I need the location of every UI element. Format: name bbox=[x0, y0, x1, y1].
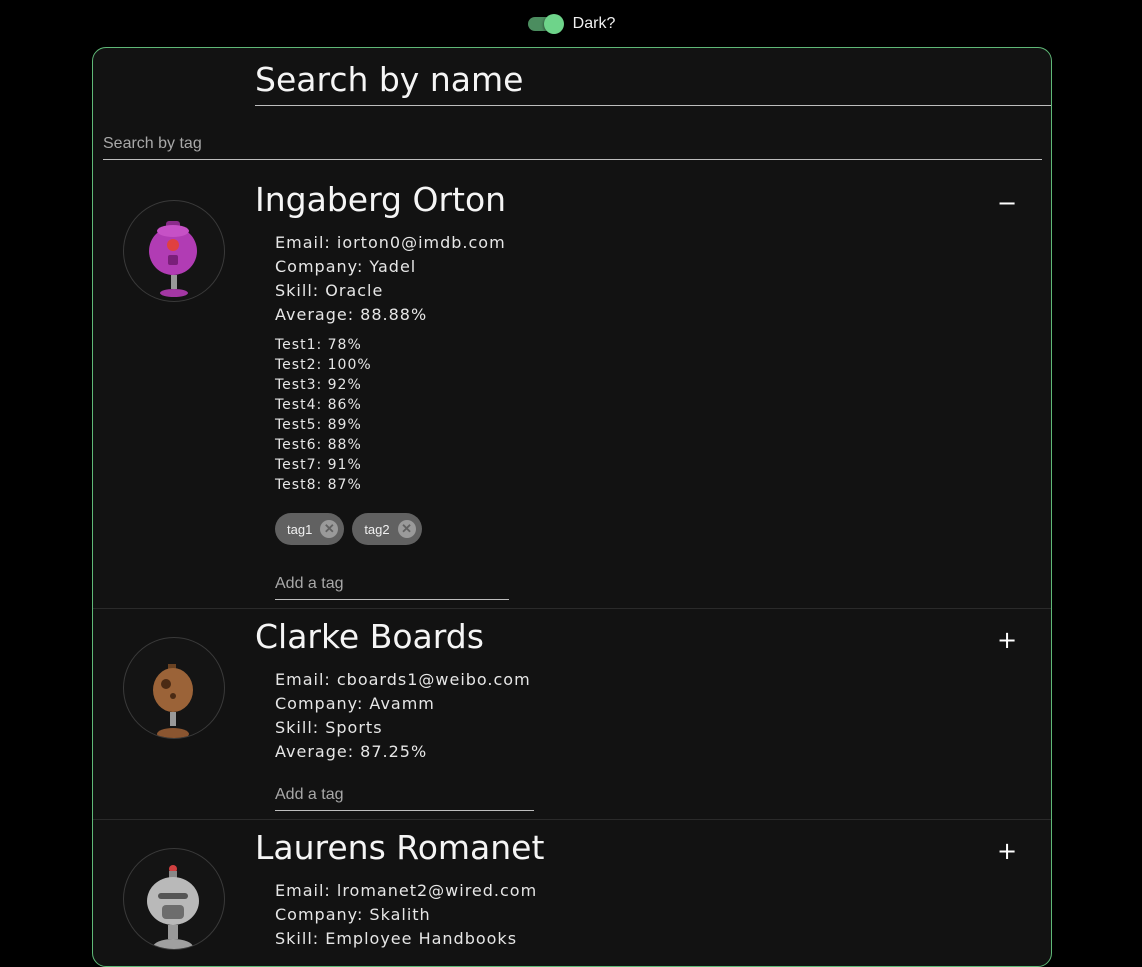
test-score: Test8: 87% bbox=[275, 477, 362, 493]
student-company: Company: Avamm bbox=[275, 694, 435, 713]
search-by-tag-placeholder: Search by tag bbox=[103, 135, 202, 152]
student-card: Ingaberg Orton − Email: iorton0@imdb.com… bbox=[93, 160, 1051, 609]
remove-tag-icon[interactable]: ✕ bbox=[397, 520, 416, 538]
student-info: Email: cboards1@weibo.com Company: Avamm… bbox=[275, 668, 531, 764]
student-email: Email: cboards1@weibo.com bbox=[275, 670, 531, 689]
test-score: Test3: 92% bbox=[275, 377, 362, 393]
student-email: Email: iorton0@imdb.com bbox=[275, 233, 506, 252]
add-tag-input[interactable]: Add a tag bbox=[275, 570, 509, 600]
student-card: Clarke Boards + Email: cboards1@weibo.co… bbox=[93, 609, 1051, 820]
test-score: Test4: 86% bbox=[275, 397, 362, 413]
add-tag-input[interactable]: Add a tag bbox=[275, 781, 534, 811]
student-average: Average: 87.25% bbox=[275, 742, 428, 761]
search-by-tag-input[interactable]: Search by tag bbox=[103, 126, 1042, 160]
dark-mode-label: Dark? bbox=[572, 15, 616, 32]
switch-knob bbox=[543, 14, 564, 34]
theme-toggle-bar: Dark? bbox=[0, 0, 1142, 48]
student-skill: Skill: Employee Handbooks bbox=[275, 929, 518, 948]
tag-chip[interactable]: tag2 ✕ bbox=[352, 513, 422, 545]
test-score: Test6: 88% bbox=[275, 437, 362, 453]
student-company: Company: Skalith bbox=[275, 905, 431, 924]
student-info: Email: lromanet2@wired.com Company: Skal… bbox=[275, 879, 537, 951]
student-skill: Skill: Sports bbox=[275, 718, 383, 737]
add-tag-placeholder: Add a tag bbox=[275, 575, 344, 592]
search-by-name-placeholder: Search by name bbox=[255, 60, 524, 99]
student-skill: Skill: Oracle bbox=[275, 281, 384, 300]
test-score: Test2: 100% bbox=[275, 357, 372, 373]
collapse-button[interactable]: − bbox=[993, 189, 1021, 217]
student-average: Average: 88.88% bbox=[275, 305, 428, 324]
robot-gray-icon bbox=[123, 848, 225, 950]
expand-button[interactable]: + bbox=[993, 837, 1021, 865]
test-score: Test1: 78% bbox=[275, 337, 362, 353]
dark-mode-switch[interactable] bbox=[527, 14, 565, 34]
robot-purple-icon bbox=[123, 200, 225, 302]
expand-button[interactable]: + bbox=[993, 626, 1021, 654]
robot-brown-icon bbox=[123, 637, 225, 739]
test-scores: Test1: 78% Test2: 100% Test3: 92% Test4:… bbox=[275, 335, 372, 495]
student-name: Laurens Romanet bbox=[255, 828, 545, 867]
student-company: Company: Yadel bbox=[275, 257, 417, 276]
student-email: Email: lromanet2@wired.com bbox=[275, 881, 538, 900]
student-name: Ingaberg Orton bbox=[255, 180, 507, 219]
test-score: Test5: 89% bbox=[275, 417, 362, 433]
remove-tag-icon[interactable]: ✕ bbox=[320, 520, 339, 538]
student-name: Clarke Boards bbox=[255, 617, 484, 656]
search-by-name-input[interactable]: Search by name bbox=[255, 60, 1051, 106]
tag-label: tag1 bbox=[287, 521, 313, 537]
students-card: Search by name Search by tag Ingaberg Or… bbox=[92, 47, 1052, 967]
add-tag-placeholder: Add a tag bbox=[275, 786, 344, 803]
tag-list: tag1 ✕ tag2 ✕ bbox=[275, 513, 422, 545]
tag-chip[interactable]: tag1 ✕ bbox=[275, 513, 345, 545]
student-card: Laurens Romanet + Email: lromanet2@wired… bbox=[93, 820, 1051, 966]
test-score: Test7: 91% bbox=[275, 457, 362, 473]
tag-label: tag2 bbox=[364, 521, 390, 537]
student-info: Email: iorton0@imdb.com Company: Yadel S… bbox=[275, 231, 506, 327]
